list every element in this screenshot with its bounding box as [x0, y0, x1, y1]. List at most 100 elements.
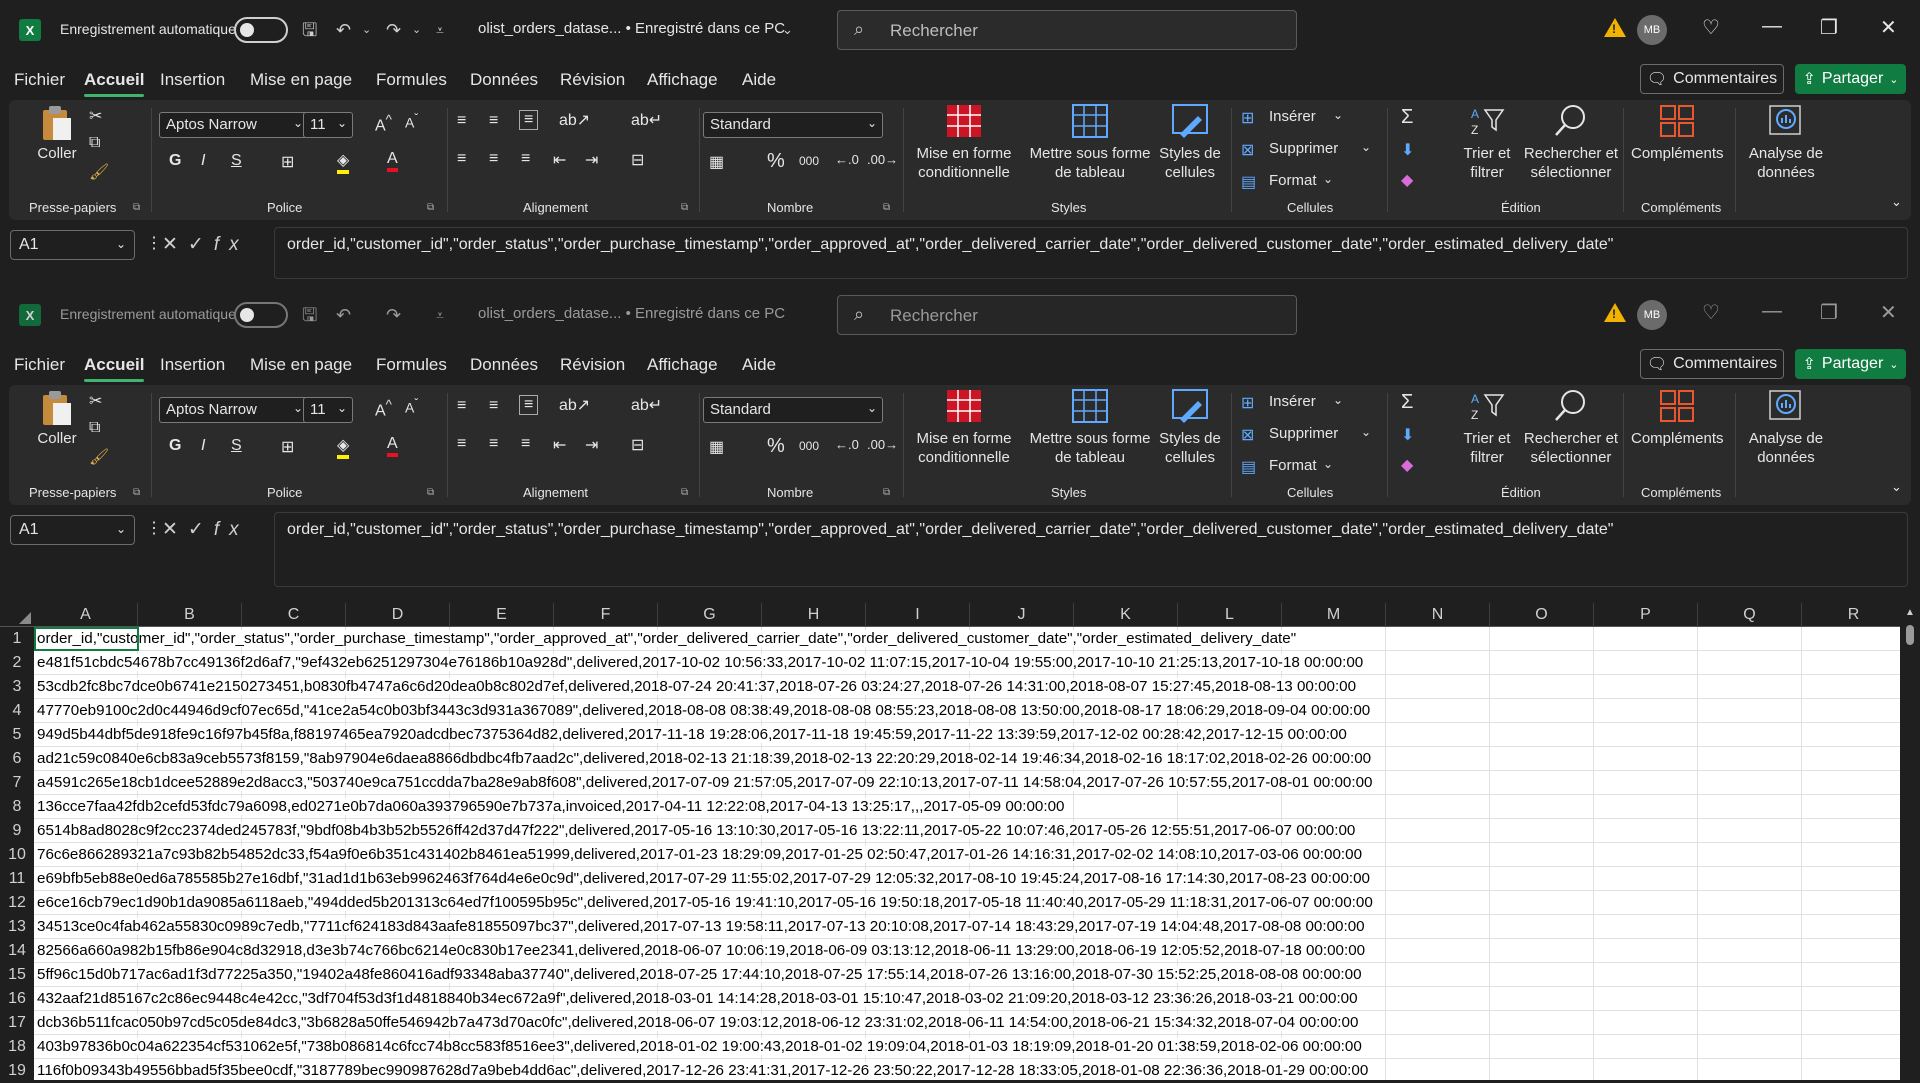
formula-input[interactable]: order_id,"customer_id","order_status","o…: [274, 512, 1908, 587]
table-row[interactable]: order_id,"customer_id","order_status","o…: [34, 627, 1900, 651]
cell-styles-button[interactable]: Styles de cellules: [1153, 389, 1227, 467]
share-button[interactable]: ⇪ Partager ⌄: [1795, 349, 1906, 379]
bold-button[interactable]: G: [169, 437, 181, 455]
tab-insertion[interactable]: Insertion: [160, 355, 225, 375]
row-header-15[interactable]: 15: [0, 963, 34, 987]
tab-formules[interactable]: Formules: [376, 70, 447, 90]
row-header-8[interactable]: 8: [0, 795, 34, 819]
fill-color-icon[interactable]: ◈: [337, 435, 350, 459]
avatar[interactable]: MB: [1637, 15, 1667, 45]
column-header-f[interactable]: F: [554, 603, 658, 627]
format-as-table-button[interactable]: Mettre sous forme de tableau: [1025, 389, 1155, 467]
accounting-format-icon[interactable]: ▦: [709, 437, 724, 457]
redo-icon[interactable]: ↷: [386, 18, 401, 42]
column-header-e[interactable]: E: [450, 603, 554, 627]
redo-icon[interactable]: ↷: [386, 303, 401, 327]
wrap-text-icon[interactable]: ab↵: [631, 395, 662, 415]
customize-qat-icon[interactable]: ⩡: [436, 303, 444, 327]
table-row[interactable]: ad21c59c0840e6cb83a9ceb5573f8159,"8ab979…: [34, 747, 1900, 771]
cancel-icon[interactable]: ✕: [162, 519, 188, 540]
decrease-decimal-icon[interactable]: .00→: [867, 437, 898, 452]
tab-affichage[interactable]: Affichage: [647, 355, 718, 375]
shrink-font-icon[interactable]: Aˇ: [405, 112, 418, 131]
addins-button[interactable]: Compléments: [1631, 104, 1724, 163]
decrease-decimal-icon[interactable]: .00→: [867, 152, 898, 167]
format-cells-icon[interactable]: ▤: [1241, 172, 1256, 192]
tab-affichage[interactable]: Affichage: [647, 70, 718, 90]
table-row[interactable]: 5ff96c15d0b717ac6ad1f3d77225a350,"19402a…: [34, 963, 1900, 987]
lightbulb-icon[interactable]: ♡: [1702, 15, 1720, 40]
increase-indent-icon[interactable]: ⇥: [585, 150, 598, 170]
table-row[interactable]: a4591c265e18cb1dcee52889e2d8acc3,"503740…: [34, 771, 1900, 795]
redo-dropdown-icon[interactable]: ⌄: [412, 18, 421, 42]
percent-button[interactable]: %: [767, 435, 785, 458]
font-color-icon[interactable]: A: [387, 150, 398, 172]
orientation-icon[interactable]: ab↗: [559, 110, 590, 130]
fill-icon[interactable]: ⬇: [1401, 425, 1414, 445]
table-row[interactable]: 34513ce0c4fab462a55830c0989c7edb,"7711cf…: [34, 915, 1900, 939]
tab-mise-en-page[interactable]: Mise en page: [250, 355, 352, 375]
align-top-icon[interactable]: ≡: [457, 112, 466, 130]
insert-cells-icon[interactable]: ⊞: [1241, 393, 1254, 413]
insert-chevron-icon[interactable]: ⌄: [1333, 108, 1343, 122]
undo-dropdown-icon[interactable]: ⌄: [362, 18, 371, 42]
row-header-3[interactable]: 3: [0, 675, 34, 699]
minimize-icon[interactable]: —: [1762, 300, 1782, 323]
formula-input[interactable]: order_id,"customer_id","order_status","o…: [274, 227, 1908, 279]
collapse-ribbon-icon[interactable]: ⌄: [1891, 479, 1902, 495]
orientation-icon[interactable]: ab↗: [559, 395, 590, 415]
tab-donnees[interactable]: Données: [470, 70, 538, 90]
tab-accueil[interactable]: Accueil: [84, 70, 145, 97]
decrease-indent-icon[interactable]: ⇤: [553, 150, 566, 170]
underline-button[interactable]: S: [231, 437, 242, 455]
paste-button[interactable]: Coller: [27, 104, 87, 163]
table-row[interactable]: 6514b8ad8028c9f2cc2374ded245783f,"9bdf08…: [34, 819, 1900, 843]
align-left-icon[interactable]: ≡: [457, 150, 466, 168]
insert-cells-icon[interactable]: ⊞: [1241, 108, 1254, 128]
table-row[interactable]: 116f0b09343b49556bbad5f35bee0cdf,"318778…: [34, 1059, 1900, 1080]
align-bottom-icon[interactable]: ≡: [519, 395, 539, 415]
more-options-icon[interactable]: ⋮: [146, 233, 162, 253]
undo-icon[interactable]: ↶: [336, 303, 351, 327]
document-title[interactable]: olist_orders_datase... • Enregistré dans…: [478, 20, 785, 37]
enter-icon[interactable]: ✓: [188, 234, 214, 255]
alignment-launcher-icon[interactable]: ⧉: [681, 202, 688, 213]
row-header-18[interactable]: 18: [0, 1035, 34, 1059]
paste-button[interactable]: Coller: [27, 389, 87, 448]
row-header-17[interactable]: 17: [0, 1011, 34, 1035]
merge-center-icon[interactable]: ⊟: [631, 150, 644, 170]
tab-mise-en-page[interactable]: Mise en page: [250, 70, 352, 90]
column-header-n[interactable]: N: [1386, 603, 1490, 627]
clear-icon[interactable]: ◆: [1401, 455, 1413, 475]
scroll-up-icon[interactable]: ▲: [1905, 607, 1915, 618]
tab-fichier[interactable]: Fichier: [14, 70, 65, 90]
title-chevron-down-icon[interactable]: ⌄: [782, 18, 793, 42]
table-row[interactable]: e69bfb5eb88e0ed6a785585b27e16dbf,"31ad1d…: [34, 867, 1900, 891]
grow-font-icon[interactable]: A^: [375, 112, 392, 135]
font-size-select[interactable]: 11 ⌄: [303, 397, 353, 423]
insert-label[interactable]: Insérer: [1269, 393, 1316, 410]
copy-icon[interactable]: ⧉: [89, 419, 100, 437]
sort-filter-button[interactable]: AZ Trier et filtrer: [1457, 104, 1517, 182]
fx-icon[interactable]: fx: [214, 519, 249, 540]
italic-button[interactable]: I: [201, 152, 205, 170]
row-header-13[interactable]: 13: [0, 915, 34, 939]
insert-label[interactable]: Insérer: [1269, 108, 1316, 125]
delete-cells-icon[interactable]: ⊠: [1241, 425, 1254, 445]
clipboard-launcher-icon[interactable]: ⧉: [133, 202, 140, 213]
row-header-6[interactable]: 6: [0, 747, 34, 771]
conditional-formatting-button[interactable]: Mise en forme conditionnelle: [909, 389, 1019, 467]
cell-styles-button[interactable]: Styles de cellules: [1153, 104, 1227, 182]
column-header-k[interactable]: K: [1074, 603, 1178, 627]
format-as-table-button[interactable]: Mettre sous forme de tableau: [1025, 104, 1155, 182]
autosave-toggle[interactable]: [234, 302, 288, 328]
more-options-icon[interactable]: ⋮: [146, 518, 162, 538]
number-launcher-icon[interactable]: ⧉: [883, 202, 890, 213]
share-button[interactable]: ⇪ Partager ⌄: [1795, 64, 1906, 94]
italic-button[interactable]: I: [201, 437, 205, 455]
warning-icon[interactable]: !: [1604, 18, 1626, 37]
column-header-r[interactable]: R: [1802, 603, 1906, 627]
column-header-j[interactable]: J: [970, 603, 1074, 627]
tab-revision[interactable]: Révision: [560, 355, 625, 375]
borders-icon[interactable]: ⊞: [281, 152, 294, 172]
